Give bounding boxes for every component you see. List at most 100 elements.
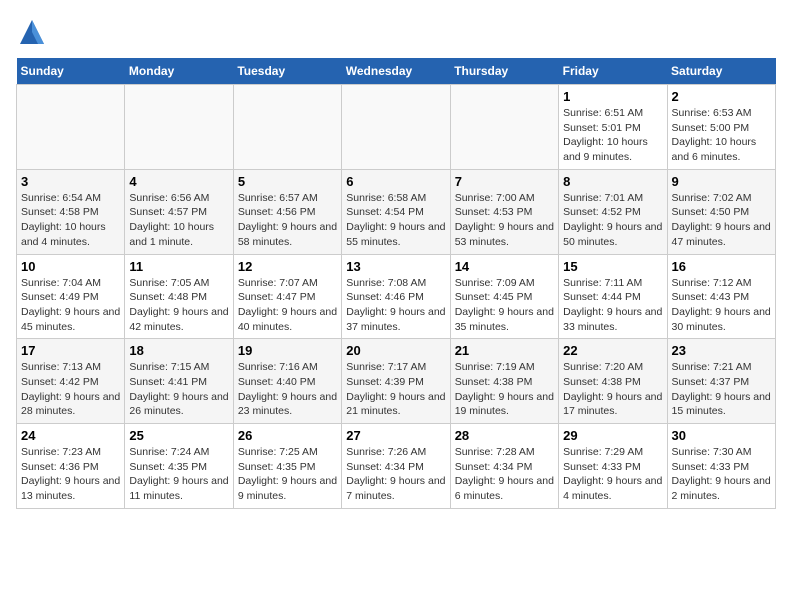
day-cell: 25 Sunrise: 7:24 AM Sunset: 4:35 PM Dayli… (125, 424, 233, 509)
day-cell: 7 Sunrise: 7:00 AM Sunset: 4:53 PM Daylig… (450, 169, 558, 254)
day-info: Sunrise: 7:19 AM Sunset: 4:38 PM Dayligh… (455, 360, 554, 419)
day-cell: 29 Sunrise: 7:29 AM Sunset: 4:33 PM Dayli… (559, 424, 667, 509)
day-info: Sunrise: 7:24 AM Sunset: 4:35 PM Dayligh… (129, 445, 228, 504)
day-cell: 11Sunrise: 7:05 AM Sunset: 4:48 PM Dayli… (125, 254, 233, 339)
day-number: 19 (238, 343, 337, 358)
day-cell: 6 Sunrise: 6:58 AM Sunset: 4:54 PM Daylig… (342, 169, 450, 254)
day-info: Sunrise: 7:00 AM Sunset: 4:53 PM Dayligh… (455, 191, 554, 250)
day-info: Sunrise: 7:23 AM Sunset: 4:36 PM Dayligh… (21, 445, 120, 504)
day-number: 8 (563, 174, 662, 189)
day-number: 29 (563, 428, 662, 443)
day-info: Sunrise: 7:28 AM Sunset: 4:34 PM Dayligh… (455, 445, 554, 504)
day-cell (450, 85, 558, 170)
day-number: 3 (21, 174, 120, 189)
day-cell: 10 Sunrise: 7:04 AM Sunset: 4:49 PM Dayli… (17, 254, 125, 339)
weekday-header-thursday: Thursday (450, 58, 558, 85)
weekday-header-row: SundayMondayTuesdayWednesdayThursdayFrid… (17, 58, 776, 85)
day-number: 9 (672, 174, 771, 189)
weekday-header-friday: Friday (559, 58, 667, 85)
week-row-5: 24Sunrise: 7:23 AM Sunset: 4:36 PM Dayli… (17, 424, 776, 509)
page-header (16, 16, 776, 48)
day-number: 28 (455, 428, 554, 443)
day-cell: 3 Sunrise: 6:54 AM Sunset: 4:58 PM Daylig… (17, 169, 125, 254)
day-cell: 13 Sunrise: 7:08 AM Sunset: 4:46 PM Dayli… (342, 254, 450, 339)
day-info: Sunrise: 7:11 AM Sunset: 4:44 PM Dayligh… (563, 276, 662, 335)
day-info: Sunrise: 7:08 AM Sunset: 4:46 PM Dayligh… (346, 276, 445, 335)
day-info: Sunrise: 7:26 AM Sunset: 4:34 PM Dayligh… (346, 445, 445, 504)
day-cell: 22 Sunrise: 7:20 AM Sunset: 4:38 PM Dayli… (559, 339, 667, 424)
day-cell: 4 Sunrise: 6:56 AM Sunset: 4:57 PM Daylig… (125, 169, 233, 254)
day-number: 16 (672, 259, 771, 274)
day-info: Sunrise: 6:53 AM Sunset: 5:00 PM Dayligh… (672, 106, 771, 165)
day-info: Sunrise: 6:56 AM Sunset: 4:57 PM Dayligh… (129, 191, 228, 250)
day-number: 17 (21, 343, 120, 358)
day-number: 13 (346, 259, 445, 274)
day-info: Sunrise: 7:09 AM Sunset: 4:45 PM Dayligh… (455, 276, 554, 335)
day-cell: 20 Sunrise: 7:17 AM Sunset: 4:39 PM Dayli… (342, 339, 450, 424)
day-cell: 19 Sunrise: 7:16 AM Sunset: 4:40 PM Dayli… (233, 339, 341, 424)
day-number: 10 (21, 259, 120, 274)
day-cell (125, 85, 233, 170)
day-cell: 12Sunrise: 7:07 AM Sunset: 4:47 PM Dayli… (233, 254, 341, 339)
day-info: Sunrise: 7:16 AM Sunset: 4:40 PM Dayligh… (238, 360, 337, 419)
day-info: Sunrise: 6:58 AM Sunset: 4:54 PM Dayligh… (346, 191, 445, 250)
day-number: 20 (346, 343, 445, 358)
day-info: Sunrise: 7:02 AM Sunset: 4:50 PM Dayligh… (672, 191, 771, 250)
weekday-header-wednesday: Wednesday (342, 58, 450, 85)
day-info: Sunrise: 7:20 AM Sunset: 4:38 PM Dayligh… (563, 360, 662, 419)
week-row-4: 17Sunrise: 7:13 AM Sunset: 4:42 PM Dayli… (17, 339, 776, 424)
day-info: Sunrise: 7:21 AM Sunset: 4:37 PM Dayligh… (672, 360, 771, 419)
day-info: Sunrise: 6:54 AM Sunset: 4:58 PM Dayligh… (21, 191, 120, 250)
day-number: 2 (672, 89, 771, 104)
day-info: Sunrise: 7:29 AM Sunset: 4:33 PM Dayligh… (563, 445, 662, 504)
day-cell: 21 Sunrise: 7:19 AM Sunset: 4:38 PM Dayli… (450, 339, 558, 424)
day-cell: 9 Sunrise: 7:02 AM Sunset: 4:50 PM Daylig… (667, 169, 775, 254)
day-number: 7 (455, 174, 554, 189)
day-cell: 26 Sunrise: 7:25 AM Sunset: 4:35 PM Dayli… (233, 424, 341, 509)
day-cell (233, 85, 341, 170)
day-cell: 17Sunrise: 7:13 AM Sunset: 4:42 PM Dayli… (17, 339, 125, 424)
logo (16, 16, 54, 48)
day-number: 12 (238, 259, 337, 274)
weekday-header-saturday: Saturday (667, 58, 775, 85)
day-info: Sunrise: 7:01 AM Sunset: 4:52 PM Dayligh… (563, 191, 662, 250)
day-number: 22 (563, 343, 662, 358)
day-info: Sunrise: 7:30 AM Sunset: 4:33 PM Dayligh… (672, 445, 771, 504)
day-number: 23 (672, 343, 771, 358)
day-cell: 5 Sunrise: 6:57 AM Sunset: 4:56 PM Daylig… (233, 169, 341, 254)
day-cell: 27Sunrise: 7:26 AM Sunset: 4:34 PM Dayli… (342, 424, 450, 509)
day-number: 5 (238, 174, 337, 189)
calendar-table: SundayMondayTuesdayWednesdayThursdayFrid… (16, 58, 776, 509)
day-cell: 23 Sunrise: 7:21 AM Sunset: 4:37 PM Dayli… (667, 339, 775, 424)
day-number: 21 (455, 343, 554, 358)
day-cell (17, 85, 125, 170)
week-row-1: 1 Sunrise: 6:51 AM Sunset: 5:01 PM Daylig… (17, 85, 776, 170)
day-info: Sunrise: 7:17 AM Sunset: 4:39 PM Dayligh… (346, 360, 445, 419)
day-number: 30 (672, 428, 771, 443)
day-number: 18 (129, 343, 228, 358)
day-info: Sunrise: 7:04 AM Sunset: 4:49 PM Dayligh… (21, 276, 120, 335)
day-info: Sunrise: 7:15 AM Sunset: 4:41 PM Dayligh… (129, 360, 228, 419)
weekday-header-tuesday: Tuesday (233, 58, 341, 85)
day-number: 26 (238, 428, 337, 443)
day-cell: 30 Sunrise: 7:30 AM Sunset: 4:33 PM Dayli… (667, 424, 775, 509)
day-number: 6 (346, 174, 445, 189)
week-row-2: 3 Sunrise: 6:54 AM Sunset: 4:58 PM Daylig… (17, 169, 776, 254)
day-number: 25 (129, 428, 228, 443)
day-cell (342, 85, 450, 170)
day-number: 1 (563, 89, 662, 104)
day-cell: 16Sunrise: 7:12 AM Sunset: 4:43 PM Dayli… (667, 254, 775, 339)
day-info: Sunrise: 7:25 AM Sunset: 4:35 PM Dayligh… (238, 445, 337, 504)
day-number: 4 (129, 174, 228, 189)
weekday-header-monday: Monday (125, 58, 233, 85)
day-cell: 1 Sunrise: 6:51 AM Sunset: 5:01 PM Daylig… (559, 85, 667, 170)
weekday-header-sunday: Sunday (17, 58, 125, 85)
day-cell: 28 Sunrise: 7:28 AM Sunset: 4:34 PM Dayli… (450, 424, 558, 509)
day-cell: 2 Sunrise: 6:53 AM Sunset: 5:00 PM Daylig… (667, 85, 775, 170)
day-info: Sunrise: 6:51 AM Sunset: 5:01 PM Dayligh… (563, 106, 662, 165)
day-cell: 18 Sunrise: 7:15 AM Sunset: 4:41 PM Dayli… (125, 339, 233, 424)
day-cell: 8 Sunrise: 7:01 AM Sunset: 4:52 PM Daylig… (559, 169, 667, 254)
day-cell: 24Sunrise: 7:23 AM Sunset: 4:36 PM Dayli… (17, 424, 125, 509)
day-number: 11 (129, 259, 228, 274)
day-info: Sunrise: 6:57 AM Sunset: 4:56 PM Dayligh… (238, 191, 337, 250)
